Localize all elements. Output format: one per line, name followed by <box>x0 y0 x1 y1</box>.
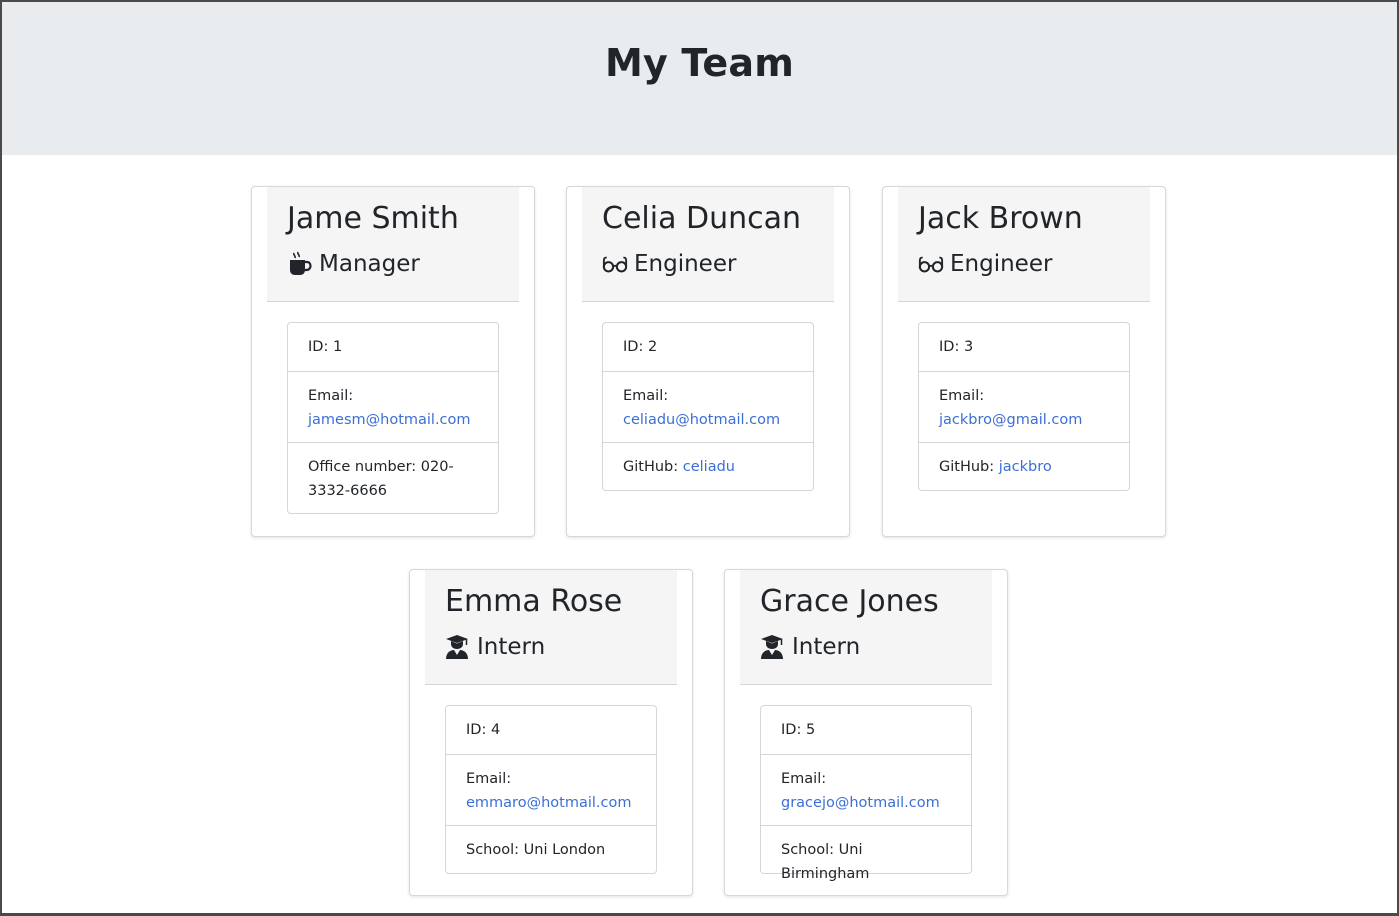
list-item-id: ID: 2 <box>603 323 813 371</box>
id-value: 5 <box>805 722 816 738</box>
email-link[interactable]: gracejo@hotmail.com <box>781 795 940 811</box>
employee-role: Manager <box>287 249 420 279</box>
github-label: GitHub: <box>623 459 679 475</box>
github-link[interactable]: jackbro <box>999 459 1052 475</box>
employee-details-list: ID: 3 Email: jackbro@gmail.com GitHub: j… <box>918 322 1130 491</box>
email-label: Email: <box>781 771 827 787</box>
school-label: School: <box>466 842 520 858</box>
list-item-school: School: Uni Birmingham <box>761 825 971 882</box>
employee-role: Intern <box>445 632 545 662</box>
email-link[interactable]: celiadu@hotmail.com <box>623 412 780 428</box>
list-item-github: GitHub: jackbro <box>919 442 1129 490</box>
employee-details-list: ID: 5 Email: gracejo@hotmail.com School:… <box>760 705 972 882</box>
employee-card-intern: Grace Jones Intern ID: 5 Email: gracejo@… <box>724 569 1008 896</box>
email-link[interactable]: jackbro@gmail.com <box>939 412 1082 428</box>
card-header: Jame Smith Manager <box>267 187 519 302</box>
employee-name: Jack Brown <box>918 201 1083 236</box>
employee-name: Emma Rose <box>445 584 623 619</box>
list-item-id: ID: 1 <box>288 323 498 371</box>
id-value: 2 <box>647 339 658 355</box>
role-label: Intern <box>477 634 546 660</box>
github-link[interactable]: celiadu <box>683 459 735 475</box>
list-item-email: Email: emmaro@hotmail.com <box>446 754 656 825</box>
id-value: 3 <box>963 339 974 355</box>
list-item-id: ID: 3 <box>919 323 1129 371</box>
list-item-id: ID: 5 <box>761 706 971 754</box>
employee-role: Engineer <box>602 249 736 279</box>
employee-details-list: ID: 4 Email: emmaro@hotmail.com School: … <box>445 705 657 874</box>
list-item-email: Email: jamesm@hotmail.com <box>288 371 498 442</box>
list-item-email: Email: celiadu@hotmail.com <box>603 371 813 442</box>
glasses-icon <box>602 251 628 277</box>
page-title: My Team <box>604 41 795 85</box>
employee-details-list: ID: 1 Email: jamesm@hotmail.com Office n… <box>287 322 499 514</box>
email-link[interactable]: jamesm@hotmail.com <box>308 412 471 428</box>
role-label: Engineer <box>634 251 737 277</box>
list-item-email: Email: gracejo@hotmail.com <box>761 754 971 825</box>
list-item-school: School: Uni London <box>446 825 656 873</box>
email-label: Email: <box>308 388 354 404</box>
employee-role: Intern <box>760 632 860 662</box>
role-label: Engineer <box>950 251 1053 277</box>
glasses-icon <box>918 251 944 277</box>
employee-card-engineer: Jack Brown Engineer ID: 3 Email: jackbro… <box>882 186 1166 537</box>
school-label: School: <box>781 842 835 858</box>
list-item-email: Email: jackbro@gmail.com <box>919 371 1129 442</box>
id-value: 1 <box>332 339 343 355</box>
employee-name: Jame Smith <box>287 201 459 236</box>
id-label: ID: <box>623 339 644 355</box>
list-item-office: Office number: 020-3332-6666 <box>288 442 498 513</box>
card-header: Grace Jones Intern <box>740 570 992 685</box>
card-header: Jack Brown Engineer <box>898 187 1150 302</box>
card-header: Emma Rose Intern <box>425 570 677 685</box>
school-value: Uni London <box>523 842 606 858</box>
list-item-github: GitHub: celiadu <box>603 442 813 490</box>
graduate-icon <box>760 634 786 660</box>
email-link[interactable]: emmaro@hotmail.com <box>466 795 631 811</box>
card-header: Celia Duncan Engineer <box>582 187 834 302</box>
email-label: Email: <box>939 388 985 404</box>
id-label: ID: <box>781 722 802 738</box>
coffee-icon <box>287 251 313 277</box>
employee-details-list: ID: 2 Email: celiadu@hotmail.com GitHub:… <box>602 322 814 491</box>
github-label: GitHub: <box>939 459 995 475</box>
employee-card-manager: Jame Smith Manager ID: 1 Email: jamesm@h… <box>251 186 535 537</box>
office-label: Office number: <box>308 459 417 475</box>
employee-name: Celia Duncan <box>602 201 802 236</box>
employee-name: Grace Jones <box>760 584 939 619</box>
email-label: Email: <box>466 771 512 787</box>
header-jumbotron: My Team <box>2 2 1397 155</box>
employee-card-engineer: Celia Duncan Engineer ID: 2 Email: celia… <box>566 186 850 537</box>
email-label: Email: <box>623 388 669 404</box>
graduate-icon <box>445 634 471 660</box>
employee-card-intern: Emma Rose Intern ID: 4 Email: emmaro@hot… <box>409 569 693 896</box>
id-label: ID: <box>466 722 487 738</box>
role-label: Manager <box>319 251 420 277</box>
id-label: ID: <box>939 339 960 355</box>
role-label: Intern <box>792 634 861 660</box>
id-value: 4 <box>490 722 501 738</box>
list-item-id: ID: 4 <box>446 706 656 754</box>
id-label: ID: <box>308 339 329 355</box>
employee-role: Engineer <box>918 249 1052 279</box>
